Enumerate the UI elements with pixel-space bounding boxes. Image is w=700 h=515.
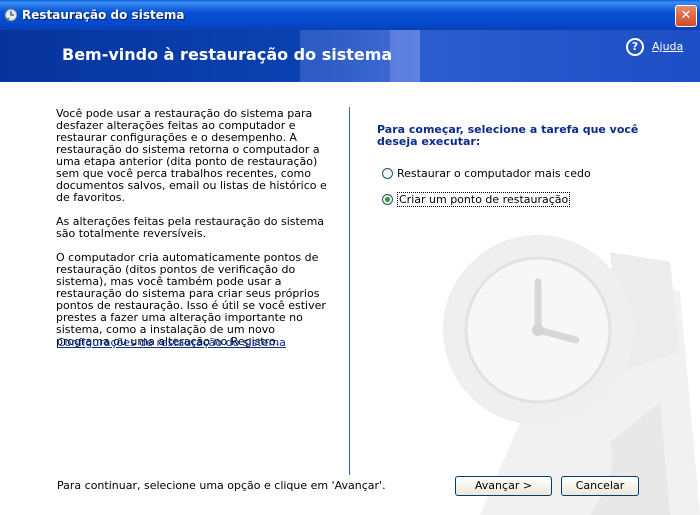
option-create-restore-point[interactable]: Criar um ponto de restauração — [382, 192, 571, 207]
option-label: Criar um ponto de restauração — [397, 192, 571, 207]
content-area: Você pode usar a restauração do sistema … — [0, 82, 700, 515]
option-restore-earlier[interactable]: Restaurar o computador mais cedo — [382, 167, 591, 180]
close-button[interactable]: ✕ — [675, 5, 697, 27]
task-prompt: Para começar, selecione a tarefa que voc… — [377, 123, 639, 148]
description-paragraph: As alterações feitas pela restauração do… — [56, 215, 325, 240]
description-paragraph: Você pode usar a restauração do sistema … — [56, 107, 327, 204]
close-icon: ✕ — [680, 8, 692, 23]
window-title: Restauração do sistema — [22, 8, 185, 22]
page-title: Bem-vindo à restauração do sistema — [62, 45, 393, 64]
header-banner: Bem-vindo à restauração do sistema ? Aju… — [0, 30, 700, 82]
column-divider — [349, 107, 350, 475]
radio-button[interactable] — [382, 168, 393, 179]
option-label: Restaurar o computador mais cedo — [397, 167, 591, 180]
system-restore-window: Restauração do sistema ✕ Bem-vindo à res… — [0, 0, 700, 515]
cancel-button[interactable]: Cancelar — [561, 476, 639, 496]
description-column: Você pode usar a restauração do sistema … — [56, 108, 328, 360]
restore-settings-link[interactable]: Configurações de restauração do sistema — [57, 336, 286, 349]
description-paragraph: O computador cria automaticamente pontos… — [56, 251, 326, 348]
title-bar[interactable]: Restauração do sistema ✕ — [0, 0, 700, 30]
clock-watermark-icon — [443, 235, 700, 515]
header-stripe — [390, 30, 420, 82]
next-button[interactable]: Avançar > — [455, 476, 552, 496]
help-link[interactable]: Ajuda — [652, 40, 683, 53]
footer-hint: Para continuar, selecione uma opção e cl… — [57, 479, 386, 492]
system-restore-icon — [4, 8, 18, 22]
help-icon[interactable]: ? — [626, 38, 644, 56]
radio-button-selected[interactable] — [382, 194, 393, 205]
